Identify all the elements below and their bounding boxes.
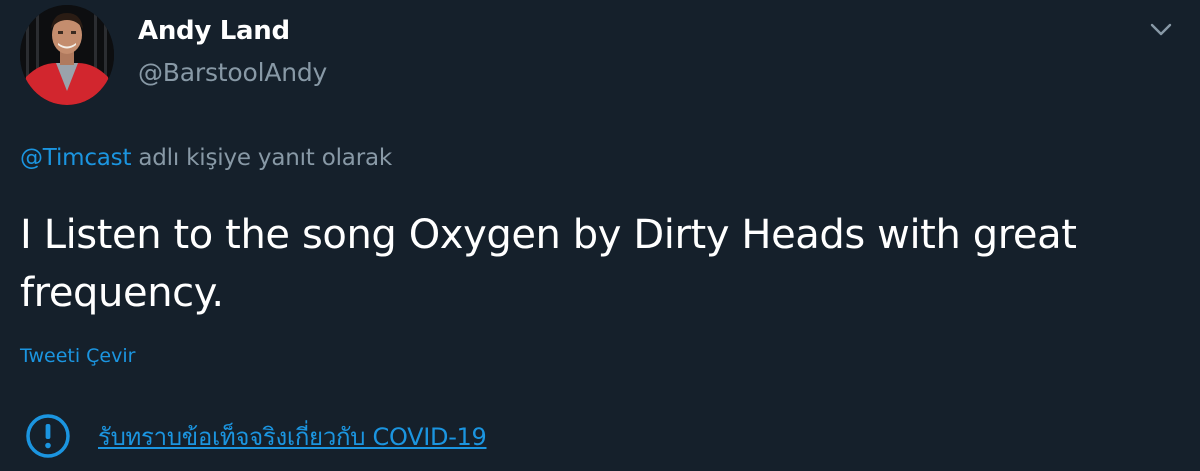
chevron-down-icon[interactable] bbox=[1146, 16, 1176, 42]
user-handle[interactable]: @BarstoolAndy bbox=[138, 58, 327, 87]
tweet-text: I Listen to the song Oxygen by Dirty Hea… bbox=[20, 212, 1077, 316]
display-name[interactable]: Andy Land bbox=[138, 16, 290, 46]
avatar[interactable] bbox=[20, 5, 114, 105]
reply-context-text: adlı kişiye yanıt olarak bbox=[131, 145, 392, 171]
reply-mention-link[interactable]: @Timcast bbox=[20, 145, 131, 171]
translate-tweet-link[interactable]: Tweeti Çevir bbox=[20, 345, 135, 367]
tweet-card: Andy Land @BarstoolAndy @Timcast adlı ki… bbox=[0, 0, 1200, 471]
profile-photo bbox=[20, 5, 114, 105]
exclamation-circle-icon bbox=[22, 410, 74, 462]
covid-notice[interactable]: รับทราบข้อเท็จจริงเกี่ยวกับ COVID-19 bbox=[22, 410, 487, 462]
covid-info-link[interactable]: รับทราบข้อเท็จจริงเกี่ยวกับ COVID-19 bbox=[98, 417, 487, 456]
reply-context: @Timcast adlı kişiye yanıt olarak bbox=[20, 145, 392, 171]
